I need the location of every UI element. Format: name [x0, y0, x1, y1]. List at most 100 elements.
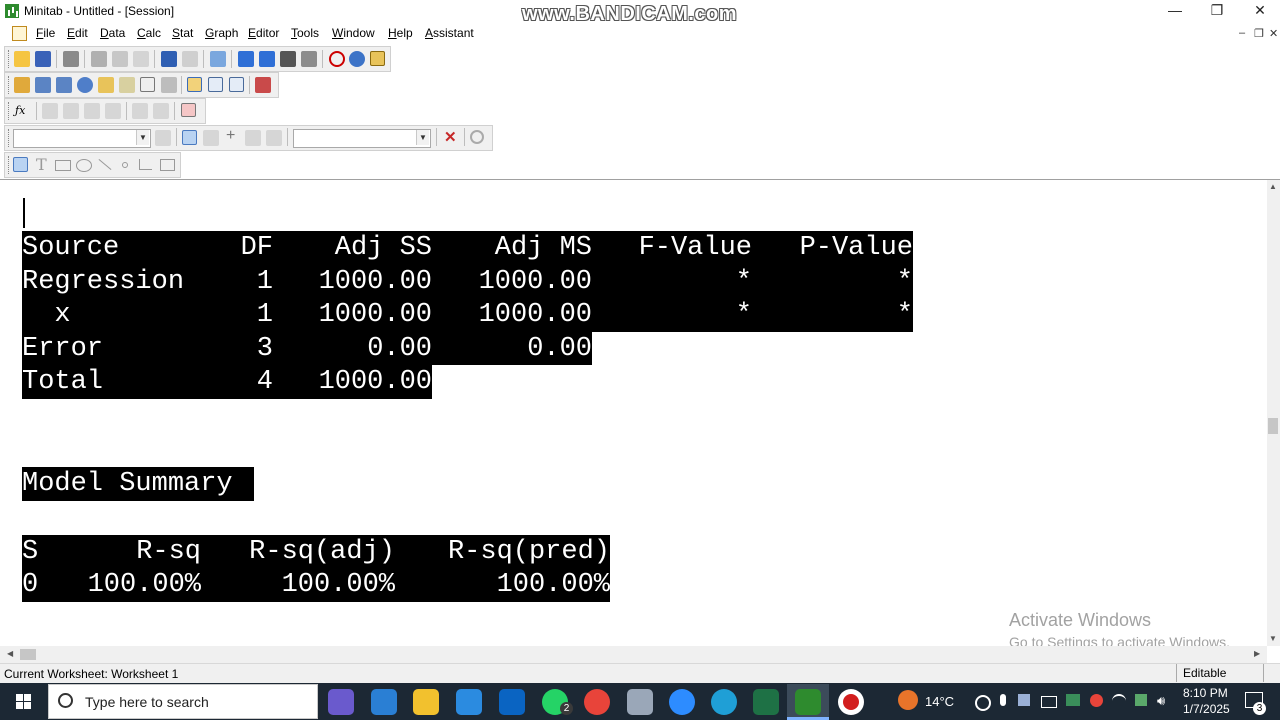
eraser-icon[interactable]	[181, 103, 196, 117]
insert-row-icon[interactable]	[42, 103, 58, 119]
swap-icon[interactable]	[266, 130, 282, 146]
toolbar-grip[interactable]	[8, 76, 11, 94]
volume-icon[interactable]: 🔊︎	[1157, 693, 1165, 709]
menu-help[interactable]: Help	[388, 26, 413, 40]
record-tray-icon[interactable]	[975, 695, 991, 711]
open-icon[interactable]	[14, 51, 30, 67]
print-icon[interactable]	[63, 51, 79, 67]
show-data-icon[interactable]	[208, 77, 223, 92]
horizontal-scroll-thumb[interactable]	[20, 649, 36, 660]
show-session-icon[interactable]	[187, 77, 202, 92]
rectangle-icon[interactable]	[55, 160, 71, 171]
mdi-minimize-button[interactable]: –	[1239, 27, 1245, 39]
zoom-icon[interactable]	[470, 130, 484, 144]
marker-icon[interactable]	[122, 162, 128, 168]
cancel-icon[interactable]	[329, 51, 345, 67]
undo-icon[interactable]	[161, 51, 177, 67]
scroll-left-icon[interactable]: ◀	[7, 649, 13, 658]
insert-column-icon[interactable]	[63, 103, 79, 119]
toolbar-grip[interactable]	[8, 156, 11, 174]
menu-tools[interactable]: Tools	[291, 26, 319, 40]
menu-data[interactable]: Data	[100, 26, 125, 40]
store-icon[interactable]	[456, 689, 482, 715]
polyline-icon[interactable]	[139, 159, 152, 170]
chrome-tray-icon[interactable]	[1090, 694, 1103, 707]
subset-icon[interactable]	[153, 103, 169, 119]
weather-icon[interactable]	[898, 690, 918, 710]
help-icon[interactable]	[349, 51, 365, 67]
minimize-button[interactable]: —	[1153, 0, 1197, 22]
camera-icon[interactable]	[1041, 696, 1057, 708]
weather-temperature[interactable]: 14°C	[925, 694, 954, 709]
polygon-icon[interactable]	[160, 159, 175, 171]
cut-icon[interactable]	[91, 51, 107, 67]
mdi-close-button[interactable]: ✕	[1269, 27, 1278, 40]
menu-file[interactable]: File	[36, 26, 55, 40]
toolbar-grip[interactable]	[8, 50, 11, 68]
pointer-icon[interactable]	[13, 157, 28, 172]
chevron-down-icon[interactable]: ▼	[136, 130, 149, 145]
scroll-right-icon[interactable]: ▶	[1254, 649, 1260, 658]
edit-last-dialog-icon[interactable]	[210, 51, 226, 67]
excel-icon[interactable]	[753, 689, 779, 715]
scroll-up-icon[interactable]: ▲	[1269, 182, 1277, 191]
graphs-folder-icon[interactable]	[56, 77, 72, 93]
session-folder-icon[interactable]	[14, 77, 30, 93]
brush-icon[interactable]	[132, 103, 148, 119]
microphone-icon[interactable]	[1000, 694, 1006, 706]
worksheet-folder-icon[interactable]	[35, 77, 51, 93]
teams-icon[interactable]	[1018, 694, 1030, 706]
delete-icon[interactable]: ✕	[444, 128, 457, 146]
scroll-down-icon[interactable]: ▼	[1269, 634, 1277, 643]
toolbar-grip[interactable]	[8, 102, 11, 120]
clear-icon[interactable]	[105, 103, 121, 119]
start-button[interactable]	[0, 683, 46, 720]
clock-time[interactable]: 8:10 PM	[1183, 686, 1228, 700]
menu-graph[interactable]: Graph	[205, 26, 238, 40]
chrome-icon[interactable]	[584, 689, 610, 715]
security-icon[interactable]	[1135, 694, 1147, 706]
close-button[interactable]: ✕	[1238, 0, 1280, 22]
history-icon[interactable]	[98, 77, 114, 93]
move-columns-icon[interactable]	[84, 103, 100, 119]
find-icon[interactable]	[280, 51, 296, 67]
menu-assistant[interactable]: Assistant	[425, 26, 474, 40]
toolbar-grip[interactable]	[8, 129, 11, 147]
restore-button[interactable]: ❐	[1195, 0, 1239, 22]
network-app-icon[interactable]	[371, 689, 397, 715]
menu-calc[interactable]: Calc	[137, 26, 161, 40]
related-docs-icon[interactable]	[140, 77, 155, 92]
next-icon[interactable]	[259, 51, 275, 67]
graph-id-combo[interactable]	[293, 129, 431, 148]
stat-guide-icon[interactable]	[370, 51, 385, 66]
vertical-scroll-thumb[interactable]	[1268, 418, 1278, 434]
redo-icon[interactable]	[182, 51, 198, 67]
info-icon[interactable]	[77, 77, 93, 93]
brush-icon[interactable]	[203, 130, 219, 146]
menu-edit[interactable]: Edit	[67, 26, 88, 40]
wifi-icon[interactable]	[1112, 694, 1126, 708]
copilot-icon[interactable]	[328, 689, 354, 715]
design-icon[interactable]	[161, 77, 177, 93]
crosshair-icon[interactable]: +	[226, 127, 235, 145]
replace-icon[interactable]	[301, 51, 317, 67]
chevron-down-icon[interactable]: ▼	[416, 130, 429, 145]
report-pad-icon[interactable]	[119, 77, 135, 93]
copy-icon[interactable]	[112, 51, 128, 67]
graph-element-combo[interactable]	[13, 129, 151, 148]
outlook-icon[interactable]	[499, 689, 525, 715]
clock-date[interactable]: 1/7/2025	[1183, 702, 1230, 716]
select-icon[interactable]	[182, 130, 197, 145]
zoom-icon[interactable]	[669, 689, 695, 715]
edit-element-icon[interactable]	[155, 130, 171, 146]
mdi-restore-button[interactable]: ❐	[1254, 27, 1264, 40]
text-icon[interactable]: T	[36, 155, 47, 174]
file-explorer-icon[interactable]	[413, 689, 439, 715]
vertical-scrollbar[interactable]	[1267, 180, 1280, 646]
minitab-icon[interactable]	[795, 689, 821, 715]
menu-editor[interactable]: Editor	[248, 26, 279, 40]
drive-icon[interactable]	[1066, 694, 1080, 706]
save-icon[interactable]	[35, 51, 51, 67]
paint-icon[interactable]	[627, 689, 653, 715]
previous-icon[interactable]	[238, 51, 254, 67]
